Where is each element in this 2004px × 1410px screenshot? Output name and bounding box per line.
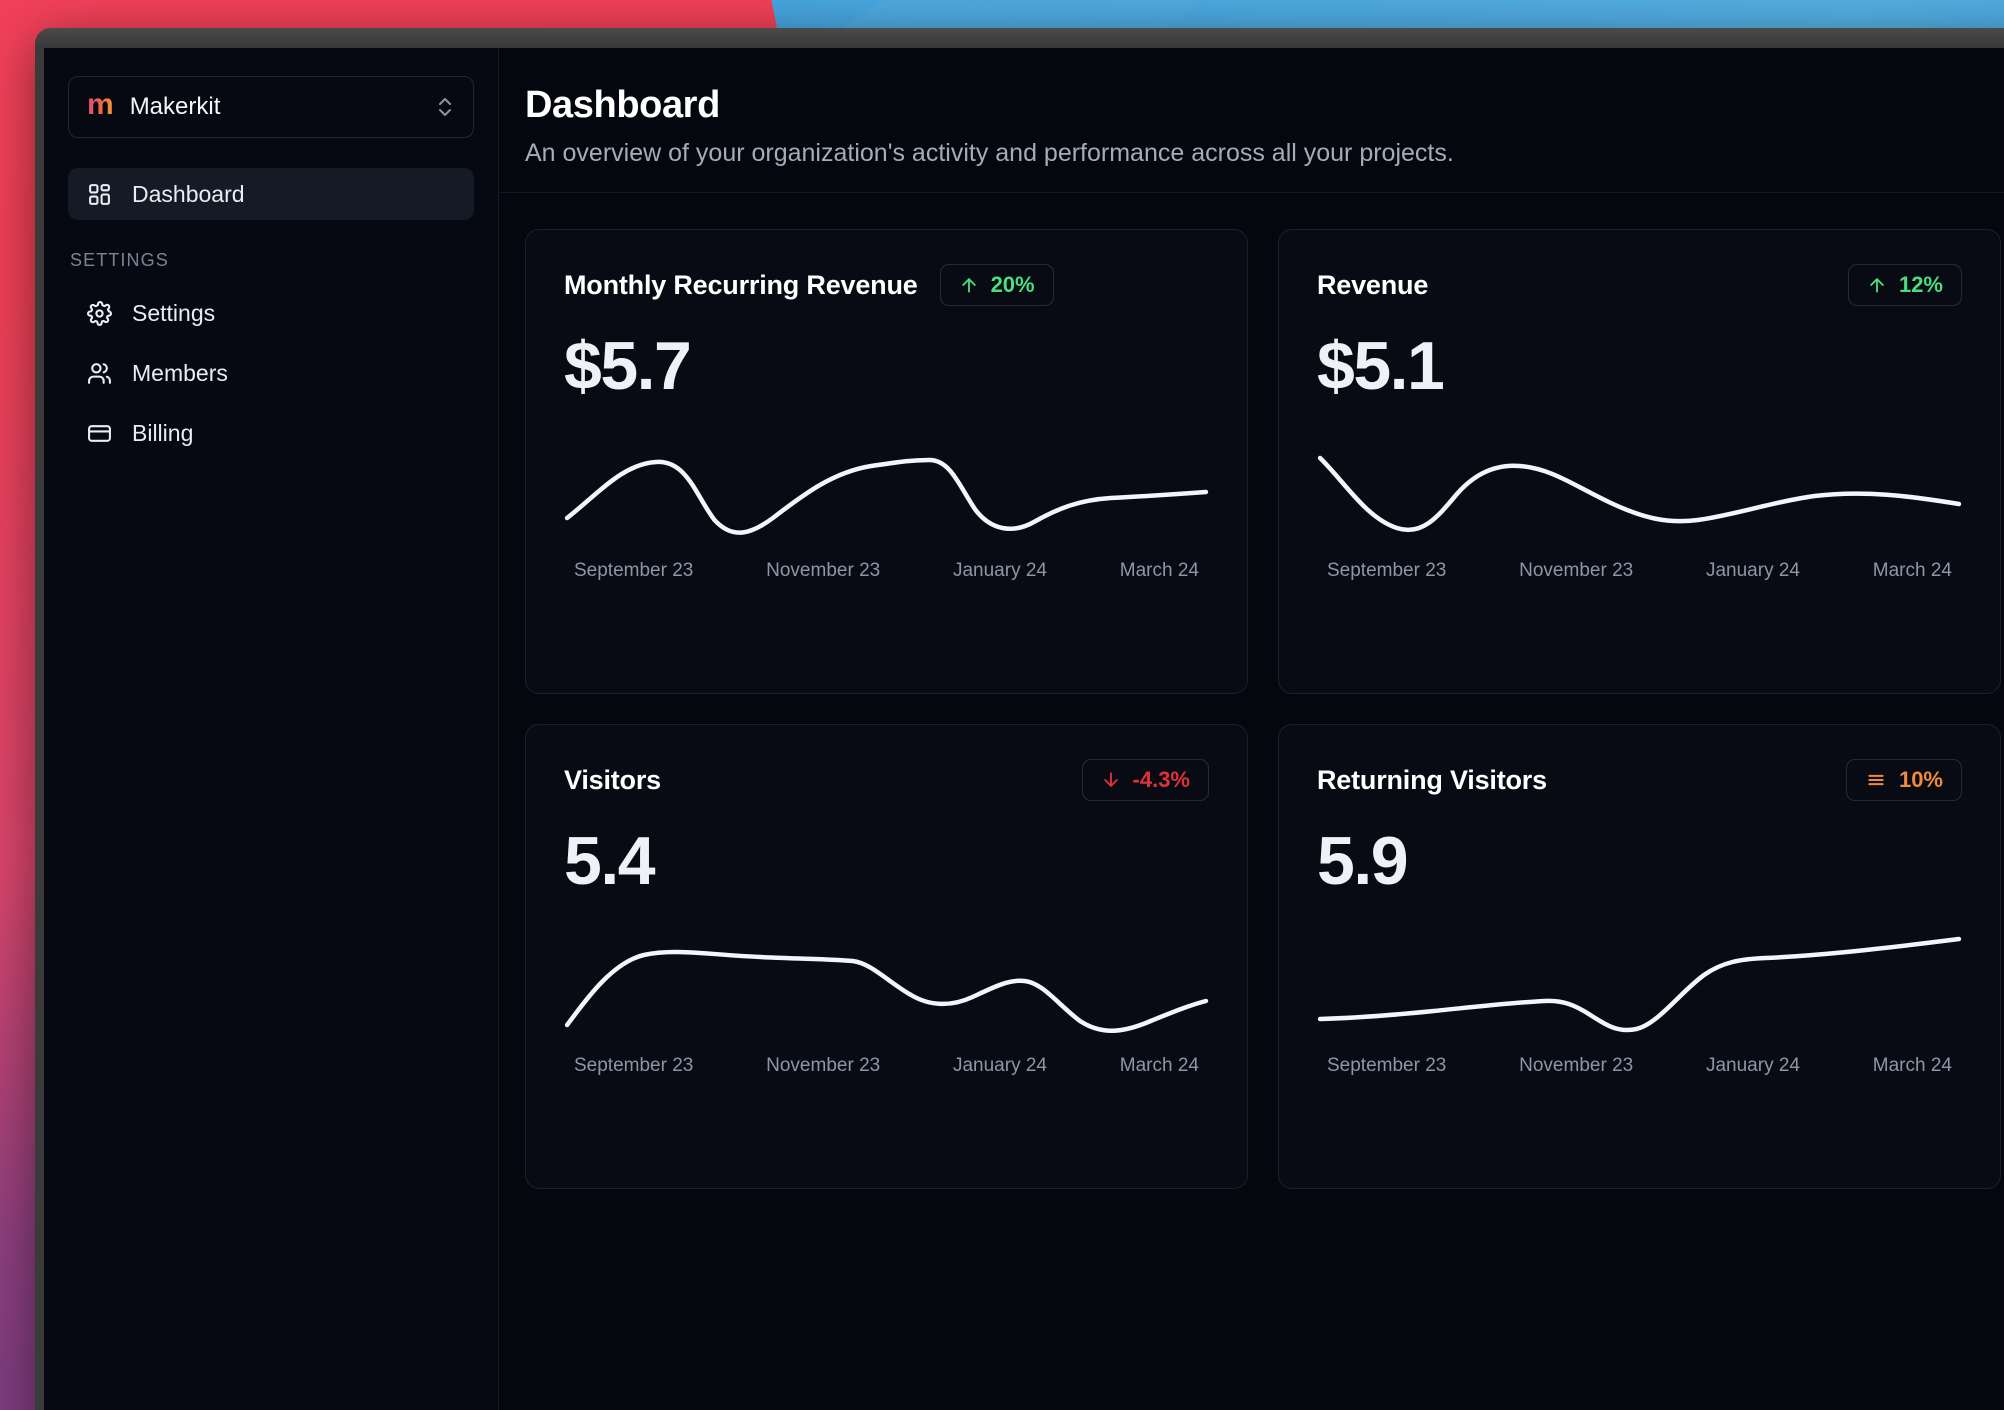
- trend-value: 10%: [1898, 767, 1943, 792]
- stat-cards-grid: Monthly Recurring Revenue 20% $5.7 Septe…: [525, 229, 2001, 1189]
- card-value: $5.7: [564, 328, 692, 404]
- arrow-down-icon: [1101, 770, 1121, 790]
- sidebar-item-dashboard[interactable]: Dashboard: [68, 168, 474, 220]
- status-badge: 20%: [939, 264, 1054, 306]
- sidebar: m Makerkit Dashboard SETTINGS Settings M…: [44, 48, 499, 1410]
- x-axis-labels: September 23 November 23 January 24 Marc…: [564, 1055, 1209, 1077]
- sidebar-item-settings[interactable]: Settings: [68, 287, 474, 339]
- layout-dashboard-icon: [86, 181, 112, 207]
- status-badge: 10%: [1845, 759, 1962, 801]
- card-header: Returning Visitors 10%: [1317, 759, 1962, 801]
- chevrons-up-down-icon: [435, 93, 455, 121]
- axis-tick-label: November 23: [1519, 560, 1634, 581]
- trend-value: 20%: [990, 272, 1035, 297]
- stat-card-returning-visitors: Returning Visitors 10% 5.9 September 23 …: [1278, 724, 2001, 1189]
- sparkline-chart: [564, 929, 1209, 1039]
- x-axis-labels: September 23 November 23 January 24 Marc…: [564, 560, 1209, 582]
- card-value: 5.9: [1317, 823, 1409, 899]
- x-axis-labels: September 23 November 23 January 24 Marc…: [1317, 560, 1962, 582]
- axis-tick-label: March 24: [1119, 1055, 1199, 1076]
- page-title: Dashboard: [525, 84, 720, 126]
- sparkline-chart: [1317, 929, 1962, 1039]
- users-icon: [86, 360, 112, 386]
- credit-card-icon: [86, 420, 112, 446]
- status-badge: -4.3%: [1081, 759, 1209, 801]
- gear-icon: [86, 300, 112, 326]
- axis-tick-label: November 23: [766, 560, 881, 581]
- card-value: 5.4: [564, 823, 656, 899]
- axis-tick-label: September 23: [1327, 1055, 1447, 1076]
- axis-tick-label: January 24: [1705, 1055, 1800, 1076]
- main-content: Dashboard An overview of your organizati…: [499, 48, 2004, 1410]
- sparkline-chart: [564, 434, 1209, 544]
- axis-tick-label: November 23: [766, 1055, 881, 1076]
- card-value: $5.1: [1317, 328, 1445, 404]
- sidebar-section-label: SETTINGS: [70, 250, 169, 270]
- card-title: Visitors: [564, 764, 661, 795]
- sidebar-item-billing[interactable]: Billing: [68, 407, 474, 459]
- header-divider: [499, 192, 2004, 193]
- sparkline-svg: [564, 434, 1209, 544]
- axis-tick-label: September 23: [574, 560, 694, 581]
- card-title: Returning Visitors: [1317, 764, 1547, 795]
- window-titlebar[interactable]: [35, 28, 2004, 48]
- sidebar-item-label: Settings: [132, 299, 216, 326]
- axis-tick-label: January 24: [952, 560, 1047, 581]
- x-axis-labels: September 23 November 23 January 24 Marc…: [1317, 1055, 1962, 1077]
- makerkit-logo-icon: m: [87, 90, 114, 124]
- sparkline-svg: [1317, 929, 1962, 1039]
- sidebar-nav: Dashboard SETTINGS Settings Members Bill…: [68, 168, 474, 459]
- status-badge: 12%: [1847, 264, 1962, 306]
- page-subtitle: An overview of your organization's activ…: [525, 139, 1454, 167]
- trend-value: 12%: [1898, 272, 1943, 297]
- sidebar-item-label: Dashboard: [132, 180, 245, 207]
- card-title: Revenue: [1317, 269, 1429, 300]
- app-window: m Makerkit Dashboard SETTINGS Settings M…: [35, 28, 2004, 1410]
- axis-tick-label: March 24: [1872, 560, 1952, 581]
- axis-tick-label: January 24: [952, 1055, 1047, 1076]
- stat-card-monthly-recurring-revenue: Monthly Recurring Revenue 20% $5.7 Septe…: [525, 229, 1248, 694]
- sidebar-item-label: Members: [132, 359, 228, 386]
- workspace-switcher[interactable]: m Makerkit: [68, 76, 474, 138]
- sparkline-chart: [1317, 434, 1962, 544]
- card-header: Visitors -4.3%: [564, 759, 1209, 801]
- sparkline-svg: [564, 929, 1209, 1039]
- arrow-up-icon: [1867, 275, 1887, 295]
- axis-tick-label: March 24: [1119, 560, 1199, 581]
- axis-tick-label: September 23: [1327, 560, 1447, 581]
- menu-lines-icon: [1865, 770, 1887, 790]
- window-body: m Makerkit Dashboard SETTINGS Settings M…: [44, 48, 2004, 1410]
- axis-tick-label: November 23: [1519, 1055, 1634, 1076]
- axis-tick-label: January 24: [1705, 560, 1800, 581]
- stat-card-visitors: Visitors -4.3% 5.4 September 23 November…: [525, 724, 1248, 1189]
- arrow-up-icon: [959, 275, 979, 295]
- sidebar-item-label: Billing: [132, 419, 194, 446]
- stat-card-revenue: Revenue 12% $5.1 September 23 November 2…: [1278, 229, 2001, 694]
- card-header: Revenue 12%: [1317, 264, 1962, 306]
- axis-tick-label: March 24: [1872, 1055, 1952, 1076]
- workspace-name: Makerkit: [129, 93, 221, 120]
- sparkline-svg: [1317, 434, 1962, 544]
- trend-value: -4.3%: [1132, 767, 1190, 792]
- sidebar-item-members[interactable]: Members: [68, 347, 474, 399]
- card-header: Monthly Recurring Revenue 20%: [564, 264, 1209, 306]
- card-title: Monthly Recurring Revenue: [564, 269, 918, 300]
- axis-tick-label: September 23: [574, 1055, 694, 1076]
- page-header: Dashboard An overview of your organizati…: [525, 84, 2001, 168]
